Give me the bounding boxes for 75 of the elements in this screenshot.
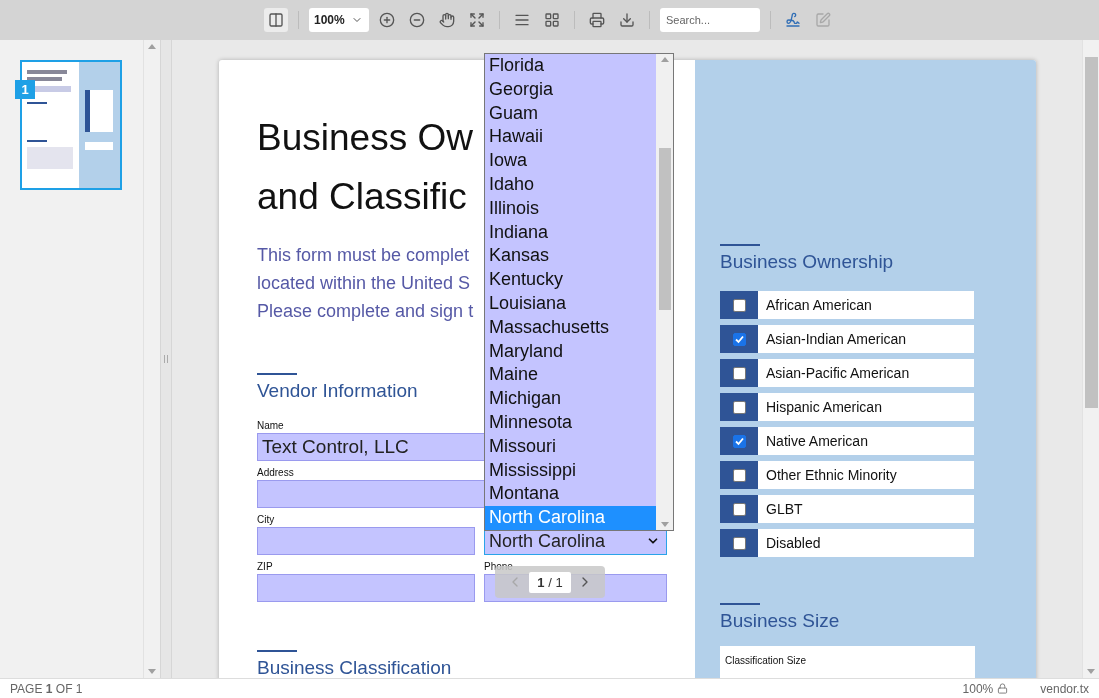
page-indicator: 1 / 1 — [529, 571, 571, 593]
dropdown-option[interactable]: Maryland — [485, 339, 656, 364]
two-panel-icon — [268, 12, 284, 28]
text-field[interactable] — [257, 574, 475, 602]
file-name: vendor.tx — [1040, 681, 1089, 696]
field-label: ZIP — [257, 560, 273, 574]
dropdown-option[interactable]: Georgia — [485, 77, 656, 102]
checkbox[interactable] — [732, 298, 746, 312]
checkbox[interactable] — [732, 468, 746, 482]
dropdown-option[interactable]: Mississippi — [485, 458, 656, 483]
expand-arrows-icon — [469, 12, 485, 28]
dropdown-option[interactable]: Michigan — [485, 387, 656, 411]
intro-text: This form must be complet — [257, 244, 470, 267]
dropdown-option[interactable]: Missouri — [485, 434, 656, 459]
section-heading: Business Size — [720, 610, 840, 632]
dropdown-option[interactable]: Iowa — [485, 149, 656, 173]
option-label: Hispanic American — [765, 398, 882, 417]
field-label: Name — [257, 419, 284, 433]
dropdown-option[interactable]: Kentucky — [485, 268, 656, 292]
dropdown-option[interactable]: Indiana — [485, 220, 656, 245]
lines-icon — [514, 12, 530, 28]
field-label: Classification Size — [725, 655, 807, 666]
dropdown-option[interactable]: Maine — [485, 363, 656, 388]
option-label: Other Ethnic Minority — [765, 466, 897, 485]
option-label: African American — [765, 296, 872, 315]
dropdown-option[interactable]: Hawaii — [485, 125, 656, 150]
hand-icon — [439, 12, 455, 28]
dropdown-option[interactable]: Idaho — [485, 173, 656, 197]
option-label: Disabled — [765, 534, 821, 553]
sidebar-toggle-button[interactable] — [264, 8, 288, 32]
dropdown-option[interactable]: Kansas — [485, 244, 656, 269]
signature-pen-icon — [785, 12, 801, 28]
checkbox[interactable] — [732, 366, 746, 380]
dropdown-option[interactable]: Minnesota — [485, 410, 656, 435]
document-title: Business Ow — [257, 116, 473, 160]
scrollbar-thumb[interactable] — [1084, 57, 1098, 408]
lock-icon — [997, 683, 1009, 694]
printer-icon — [589, 12, 605, 28]
checkbox[interactable] — [732, 434, 746, 448]
download-icon — [619, 12, 635, 28]
grid-icon — [544, 12, 560, 28]
section-heading: Business Classification — [257, 657, 452, 678]
section-heading: Vendor Information — [257, 380, 418, 402]
option-label: Native American — [765, 432, 868, 451]
dropdown-option[interactable]: Louisiana — [485, 291, 656, 316]
field-label: Address — [257, 466, 294, 480]
search-field[interactable]: Search... — [660, 8, 760, 32]
section-heading: Business Ownership — [720, 251, 894, 273]
dropdown-option[interactable]: Massachusetts — [485, 315, 656, 340]
scrollbar-thumb[interactable] — [658, 148, 671, 310]
zoom-out-icon — [409, 12, 425, 28]
checkbox[interactable] — [732, 536, 746, 550]
page-count: PAGE 1 OF 1 — [10, 681, 83, 696]
dropdown-option[interactable]: Illinois — [485, 196, 656, 221]
checkbox[interactable] — [732, 332, 746, 346]
dropdown-option[interactable]: Guam — [485, 101, 656, 126]
dropdown-option[interactable]: Florida — [485, 54, 656, 78]
option-label: Asian-Indian American — [765, 330, 907, 349]
option-label: Asian-Pacific American — [765, 364, 910, 383]
field-label: City — [257, 513, 275, 527]
option-label: GLBT — [765, 500, 803, 519]
checkbox[interactable] — [732, 502, 746, 516]
dropdown-option[interactable]: Montana — [485, 482, 656, 507]
zoom-level: 100% — [962, 681, 994, 696]
text-field[interactable] — [257, 527, 475, 555]
intro-text: Please complete and sign t — [257, 300, 474, 323]
grip-icon — [164, 355, 168, 363]
document-title: and Classific — [257, 175, 467, 219]
page-number-badge: 1 — [15, 80, 35, 99]
zoom-in-icon — [379, 12, 395, 28]
zoom-select[interactable]: 100% — [309, 8, 369, 32]
field-label: Phone — [484, 560, 513, 574]
intro-text: located within the United S — [257, 272, 471, 295]
pen-square-icon — [815, 12, 831, 28]
checkbox[interactable] — [732, 400, 746, 414]
